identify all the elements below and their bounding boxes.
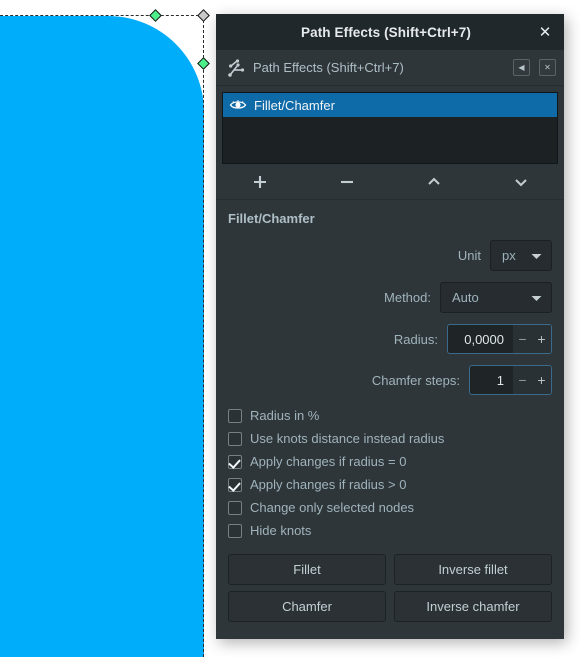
set-default-parameters-expander[interactable]: Fillet/Chamfer : Set default parameters xyxy=(228,637,552,639)
method-label: Method: xyxy=(384,290,431,305)
dialog-title: Path Effects (Shift+Ctrl+7) xyxy=(301,24,471,40)
chamfer-steps-increment-button[interactable]: + xyxy=(532,366,551,394)
chamfer-steps-value[interactable]: 1 xyxy=(470,373,513,388)
checkbox-box[interactable] xyxy=(228,454,242,469)
unit-dropdown[interactable]: px xyxy=(490,240,552,271)
drawing-canvas[interactable] xyxy=(0,0,232,657)
radius-increment-button[interactable]: + xyxy=(532,325,551,353)
action-buttons: Fillet Inverse fillet Chamfer Inverse ch… xyxy=(228,554,552,622)
radius-label: Radius: xyxy=(393,331,438,347)
chevron-down-icon xyxy=(531,289,542,307)
chevron-down-icon xyxy=(531,247,542,265)
unit-label: Unit xyxy=(457,248,481,263)
selection-outline-top xyxy=(0,15,204,16)
panel-header-label: Path Effects (Shift+Ctrl+7) xyxy=(253,60,404,75)
screen: Path Effects (Shift+Ctrl+7) ✕ Path Effec… xyxy=(0,0,580,657)
panel-header: Path Effects (Shift+Ctrl+7) ◀ ✕ xyxy=(216,50,564,86)
checkbox-change-only-selected-nodes[interactable]: Change only selected nodes xyxy=(228,498,552,517)
move-effect-up-button[interactable] xyxy=(390,164,477,199)
close-icon[interactable]: ✕ xyxy=(530,17,560,47)
chamfer-button[interactable]: Chamfer xyxy=(228,591,386,622)
add-effect-button[interactable] xyxy=(216,164,303,199)
method-value: Auto xyxy=(452,290,479,305)
checkbox-radius-in-percent[interactable]: Radius in % xyxy=(228,406,552,425)
list-item[interactable]: Fillet/Chamfer xyxy=(223,93,557,117)
dock-collapse-button[interactable]: ◀ xyxy=(513,59,530,76)
inverse-chamfer-button[interactable]: Inverse chamfer xyxy=(394,591,552,622)
selection-outline-right xyxy=(203,15,204,657)
chamfer-steps-row: Chamfer steps: 1 − + xyxy=(228,365,552,395)
checkbox-label: Apply changes if radius > 0 xyxy=(250,477,407,492)
checkbox-apply-radius-greater-zero[interactable]: Apply changes if radius > 0 xyxy=(228,475,552,494)
checkbox-hide-knots[interactable]: Hide knots xyxy=(228,521,552,540)
checkbox-label: Hide knots xyxy=(250,523,312,538)
checkbox-label: Use knots distance instead radius xyxy=(250,431,445,446)
effects-list-toolbar xyxy=(216,164,564,200)
radius-value[interactable]: 0,0000 xyxy=(448,332,513,347)
move-effect-down-button[interactable] xyxy=(477,164,564,199)
node-handle-corner[interactable] xyxy=(197,9,210,22)
selected-rounded-rectangle[interactable] xyxy=(0,16,204,657)
fillet-button[interactable]: Fillet xyxy=(228,554,386,585)
chamfer-steps-decrement-button[interactable]: − xyxy=(513,366,532,394)
unit-row: Unit px xyxy=(228,240,552,271)
expander-subtitle: : Set default parameters xyxy=(327,637,466,639)
checkbox-apply-radius-equals-zero[interactable]: Apply changes if radius = 0 xyxy=(228,452,552,471)
remove-effect-button[interactable] xyxy=(303,164,390,199)
checkbox-use-knots-distance[interactable]: Use knots distance instead radius xyxy=(228,429,552,448)
parameters-area: Fillet/Chamfer Unit px Method: Auto Radi… xyxy=(216,200,564,639)
node-handle-right[interactable] xyxy=(197,57,210,70)
checkbox-box[interactable] xyxy=(228,477,242,492)
chamfer-steps-label: Chamfer steps: xyxy=(371,372,460,388)
radius-spinner[interactable]: 0,0000 − + xyxy=(447,324,552,354)
checkbox-box[interactable] xyxy=(228,408,242,423)
checkbox-box[interactable] xyxy=(228,500,242,515)
inverse-fillet-button[interactable]: Inverse fillet xyxy=(394,554,552,585)
path-effects-dialog: Path Effects (Shift+Ctrl+7) ✕ Path Effec… xyxy=(216,14,564,639)
radius-decrement-button[interactable]: − xyxy=(513,325,532,353)
radius-row: Radius: 0,0000 − + xyxy=(228,324,552,354)
checkbox-label: Radius in % xyxy=(250,408,320,423)
checkbox-box[interactable] xyxy=(228,431,242,446)
checkbox-box[interactable] xyxy=(228,523,242,538)
method-dropdown[interactable]: Auto xyxy=(440,282,552,313)
path-effects-icon xyxy=(226,57,248,79)
dialog-titlebar[interactable]: Path Effects (Shift+Ctrl+7) ✕ xyxy=(216,14,564,50)
expander-title: Fillet/Chamfer xyxy=(240,637,327,639)
list-item-label: Fillet/Chamfer xyxy=(254,97,335,113)
effects-list[interactable]: Fillet/Chamfer xyxy=(222,92,558,164)
panel-close-button[interactable]: ✕ xyxy=(539,59,556,76)
checkbox-label: Change only selected nodes xyxy=(250,500,415,515)
checkbox-label: Apply changes if radius = 0 xyxy=(250,454,407,469)
parameters-section-title: Fillet/Chamfer xyxy=(228,211,315,226)
chamfer-steps-spinner[interactable]: 1 − + xyxy=(469,365,552,395)
method-row: Method: Auto xyxy=(228,282,552,313)
eye-icon[interactable] xyxy=(229,98,247,112)
node-handle-top[interactable] xyxy=(149,9,162,22)
unit-value: px xyxy=(502,248,516,263)
options-checkbox-group: Radius in % Use knots distance instead r… xyxy=(228,406,552,540)
